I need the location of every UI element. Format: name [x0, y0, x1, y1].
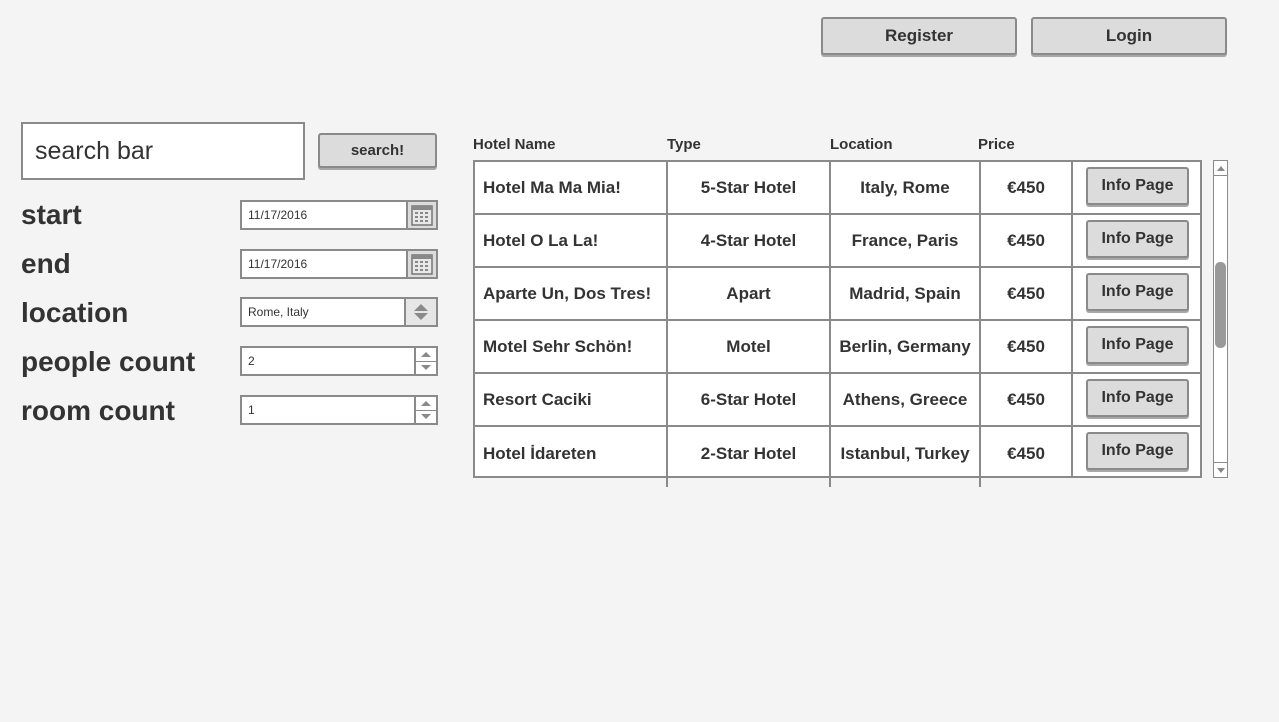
hotel-name: Resort Caciki [483, 389, 592, 409]
location-select[interactable]: Rome, Italy [240, 297, 438, 327]
room-count-stepper[interactable]: 1 [240, 395, 438, 425]
login-button[interactable]: Login [1031, 17, 1227, 55]
hotel-location: Berlin, Germany [839, 336, 971, 356]
info-page-button[interactable]: Info Page [1086, 167, 1189, 205]
column-divider [979, 160, 981, 487]
table-row: Hotel İdareten 2-Star Hotel Istanbul, Tu… [475, 427, 1200, 476]
hotel-type: Apart [726, 283, 771, 303]
hotel-price: €450 [1007, 336, 1045, 356]
increment-button[interactable] [416, 348, 436, 361]
hotel-type: 6-Star Hotel [700, 389, 797, 409]
end-date-value[interactable]: 11/17/2016 [242, 251, 406, 277]
hotel-location: Athens, Greece [842, 389, 968, 409]
end-label: end [21, 248, 71, 279]
increment-button[interactable] [416, 397, 436, 410]
hotel-price: €450 [1007, 230, 1045, 250]
search-button[interactable]: search! [318, 133, 437, 168]
column-divider [666, 160, 668, 487]
scroll-up-arrow-icon[interactable] [1214, 161, 1227, 176]
scrollbar-thumb[interactable] [1215, 262, 1226, 348]
calendar-icon[interactable] [406, 202, 436, 228]
table-row: Hotel Ma Ma Mia! 5-Star Hotel Italy, Rom… [475, 162, 1200, 215]
people-count-label: people count [21, 346, 196, 377]
column-header-hotel-name: Hotel Name [473, 136, 556, 153]
hotel-table: Hotel Ma Ma Mia! 5-Star Hotel Italy, Rom… [473, 160, 1202, 478]
calendar-icon[interactable] [406, 251, 436, 277]
hotel-name: Hotel O La La! [483, 230, 599, 250]
hotel-location: Madrid, Spain [849, 283, 961, 303]
info-page-button[interactable]: Info Page [1086, 326, 1189, 364]
up-down-arrows-icon[interactable] [404, 299, 436, 325]
scroll-down-arrow-icon[interactable] [1214, 462, 1227, 477]
info-page-button[interactable]: Info Page [1086, 432, 1189, 470]
hotel-type: 4-Star Hotel [700, 230, 797, 250]
people-count-value[interactable]: 2 [242, 348, 414, 374]
start-date-value[interactable]: 11/17/2016 [242, 202, 406, 228]
table-row: Motel Sehr Schön! Motel Berlin, Germany … [475, 321, 1200, 374]
search-input[interactable] [21, 122, 305, 180]
hotel-type: 5-Star Hotel [700, 177, 797, 197]
start-date-field[interactable]: 11/17/2016 [240, 200, 438, 230]
table-row: Hotel O La La! 4-Star Hotel France, Pari… [475, 215, 1200, 268]
hotel-name: Aparte Un, Dos Tres! [483, 283, 652, 303]
location-label: location [21, 297, 129, 328]
table-row: Resort Caciki 6-Star Hotel Athens, Greec… [475, 374, 1200, 427]
hotel-location: Istanbul, Turkey [840, 443, 970, 463]
column-divider [1071, 160, 1073, 478]
column-divider [829, 160, 831, 487]
location-value[interactable]: Rome, Italy [242, 299, 404, 325]
info-page-button[interactable]: Info Page [1086, 220, 1189, 258]
hotel-name: Hotel İdareten [483, 443, 597, 463]
decrement-button[interactable] [416, 409, 436, 423]
table-row: Aparte Un, Dos Tres! Apart Madrid, Spain… [475, 268, 1200, 321]
info-page-button[interactable]: Info Page [1086, 379, 1189, 417]
hotel-price: €450 [1007, 177, 1045, 197]
hotel-type: Motel [726, 336, 771, 356]
decrement-button[interactable] [416, 360, 436, 374]
stepper-arrows-icon[interactable] [414, 348, 436, 374]
info-page-button[interactable]: Info Page [1086, 273, 1189, 311]
table-scrollbar[interactable] [1213, 160, 1228, 478]
end-date-field[interactable]: 11/17/2016 [240, 249, 438, 279]
column-header-price: Price [978, 136, 1015, 153]
hotel-price: €450 [1007, 389, 1045, 409]
start-label: start [21, 199, 82, 230]
column-header-type: Type [667, 136, 701, 153]
people-count-stepper[interactable]: 2 [240, 346, 438, 376]
stepper-arrows-icon[interactable] [414, 397, 436, 423]
hotel-price: €450 [1007, 283, 1045, 303]
hotel-name: Hotel Ma Ma Mia! [483, 177, 621, 197]
hotel-price: €450 [1007, 443, 1045, 463]
room-count-label: room count [21, 395, 175, 426]
hotel-type: 2-Star Hotel [700, 443, 797, 463]
room-count-value[interactable]: 1 [242, 397, 414, 423]
hotel-name: Motel Sehr Schön! [483, 336, 633, 356]
hotel-location: France, Paris [851, 230, 959, 250]
register-button[interactable]: Register [821, 17, 1017, 55]
column-header-location: Location [830, 136, 893, 153]
hotel-location: Italy, Rome [860, 177, 950, 197]
